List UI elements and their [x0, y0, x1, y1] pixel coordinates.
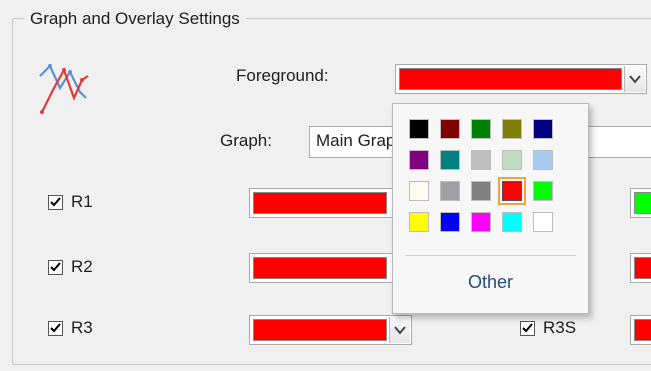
row-r3s[interactable]: R3S: [520, 316, 576, 340]
r2-color-combo[interactable]: [249, 253, 412, 283]
palette-swatch[interactable]: [440, 150, 460, 170]
palette-swatch[interactable]: [533, 212, 553, 232]
palette-swatch[interactable]: [502, 212, 522, 232]
r3s-label: R3S: [543, 318, 577, 337]
graph-label: Graph:: [220, 131, 272, 150]
r2-label: R2: [71, 257, 93, 276]
r1-checkbox[interactable]: [48, 194, 63, 210]
r1s-color-swatch: [634, 192, 651, 214]
foreground-color-swatch: [399, 68, 622, 90]
r2s-color-swatch: [634, 257, 651, 279]
palette-swatch[interactable]: [471, 119, 491, 139]
chevron-down-icon: [629, 75, 641, 84]
r3s-checkbox[interactable]: [520, 320, 535, 336]
foreground-dropdown-button[interactable]: [624, 66, 645, 92]
r3-checkbox[interactable]: [48, 320, 63, 336]
palette-swatch[interactable]: [471, 212, 491, 232]
r2-checkbox[interactable]: [48, 259, 63, 275]
palette-swatch[interactable]: [502, 150, 522, 170]
r2s-color-combo[interactable]: [630, 253, 651, 283]
palette-swatch[interactable]: [409, 119, 429, 139]
r1s-color-combo[interactable]: [630, 188, 651, 218]
palette-separator: [405, 255, 576, 256]
palette-swatch[interactable]: [502, 119, 522, 139]
palette-swatch[interactable]: [440, 119, 460, 139]
r3-label: R3: [71, 318, 93, 337]
graph-icon: [39, 64, 89, 114]
r1-color-swatch: [253, 192, 387, 214]
chevron-down-icon: [394, 326, 406, 335]
foreground-color-combo[interactable]: [395, 64, 647, 94]
row-r3[interactable]: R3: [48, 316, 93, 340]
color-palette-popup: Other: [392, 103, 589, 314]
r3-color-combo[interactable]: [249, 315, 412, 345]
palette-swatch[interactable]: [533, 181, 553, 201]
other-color-button[interactable]: Other: [393, 272, 588, 293]
palette-swatch[interactable]: [533, 119, 553, 139]
r3-dropdown-button[interactable]: [389, 317, 410, 343]
palette-swatch[interactable]: [440, 212, 460, 232]
r3s-color-swatch: [634, 319, 651, 341]
palette-swatch[interactable]: [409, 150, 429, 170]
palette-swatch[interactable]: [409, 181, 429, 201]
r3-color-swatch: [253, 319, 387, 341]
row-r1[interactable]: R1: [48, 190, 93, 214]
palette-swatch[interactable]: [440, 181, 460, 201]
r1-label: R1: [71, 192, 93, 211]
palette-swatch[interactable]: [409, 212, 429, 232]
row-r2[interactable]: R2: [48, 255, 93, 279]
palette-swatch[interactable]: [471, 150, 491, 170]
palette-swatch[interactable]: [533, 150, 553, 170]
group-title: Graph and Overlay Settings: [24, 7, 246, 31]
r2-color-swatch: [253, 257, 387, 279]
foreground-label: Foreground:: [236, 66, 329, 85]
r3s-color-combo[interactable]: [630, 315, 651, 345]
palette-swatch[interactable]: [471, 181, 491, 201]
r1-color-combo[interactable]: [249, 188, 412, 218]
palette-swatch[interactable]: [498, 177, 526, 205]
